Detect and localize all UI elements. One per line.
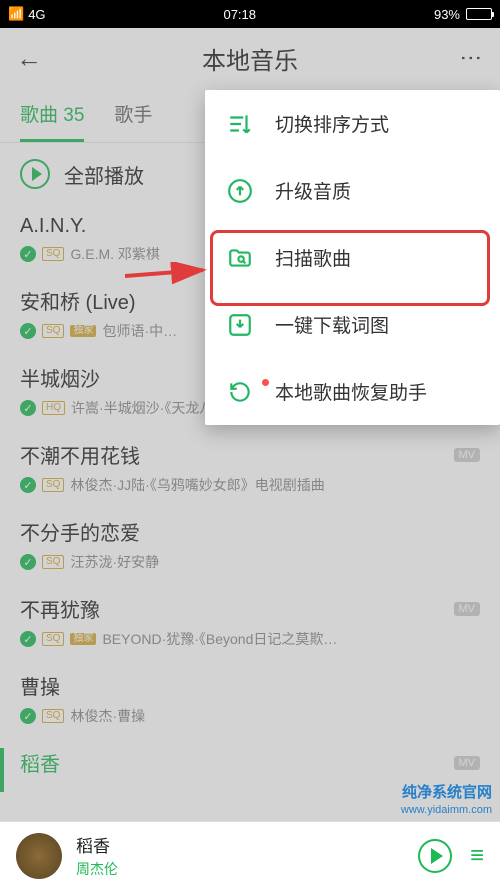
menu-download-label: 一键下载词图 (275, 311, 389, 338)
song-artist-text: 林俊杰·曹操 (70, 706, 145, 726)
sq-badge: SQ (42, 247, 64, 261)
recover-icon (227, 379, 253, 405)
watermark-line2: www.yidaimm.com (401, 803, 492, 817)
downloaded-icon: ✓ (20, 631, 36, 647)
dropdown-menu: 切换排序方式 升级音质 扫描歌曲 一键下载词图 本地歌曲恢复助手 (205, 90, 500, 425)
page-title: 本地音乐 (42, 41, 458, 76)
signal-type: 4G (28, 7, 45, 22)
watermark: 纯净系统官网 www.yidaimm.com (401, 783, 492, 817)
now-playing-artist: 周杰伦 (76, 859, 418, 879)
downloaded-icon: ✓ (20, 554, 36, 570)
upgrade-icon (227, 178, 253, 204)
play-all-label: 全部播放 (64, 160, 144, 189)
sq-badge: SQ (42, 478, 64, 492)
red-dot-badge (262, 379, 269, 386)
song-artist-text: 汪苏泷·好安静 (70, 552, 159, 572)
song-artist-text: 包师语·中… (102, 321, 177, 341)
menu-scan-label: 扫描歌曲 (275, 244, 351, 271)
more-menu-button[interactable]: ⋮ (458, 47, 484, 69)
download-icon (227, 312, 253, 338)
song-artist-text: BEYOND·犹豫·《Beyond日记之莫欺… (102, 629, 337, 649)
song-subtitle: ✓ SQ 林俊杰·曹操 (20, 706, 480, 726)
sq-badge: SQ (42, 709, 64, 723)
hq-badge: HQ (42, 401, 65, 415)
downloaded-icon: ✓ (20, 477, 36, 493)
song-item[interactable]: 稻香MV (0, 738, 500, 789)
folder-search-icon (227, 245, 253, 271)
song-item[interactable]: 曹操 ✓ SQ 林俊杰·曹操 (0, 661, 500, 738)
signal-icon: 📶 (8, 6, 24, 22)
play-pause-button[interactable] (418, 839, 452, 873)
mv-badge: MV (454, 756, 481, 770)
downloaded-icon: ✓ (20, 708, 36, 724)
playlist-button[interactable]: ≡ (470, 842, 484, 870)
sort-icon (227, 111, 253, 137)
exclusive-badge: 独家 (70, 633, 96, 645)
song-title: 不分手的恋爱 (20, 517, 480, 546)
watermark-line1: 纯净系统官网 (401, 783, 492, 803)
song-title: 曹操 (20, 671, 480, 700)
play-icon (20, 159, 50, 189)
status-time: 07:18 (46, 7, 434, 22)
sq-badge: SQ (42, 555, 64, 569)
song-subtitle: ✓ SQ 独家 BEYOND·犹豫·《Beyond日记之莫欺… (20, 629, 480, 649)
battery-pct: 93% (434, 7, 460, 22)
menu-sort-label: 切换排序方式 (275, 110, 389, 137)
tab-artists[interactable]: 歌手 (114, 88, 152, 142)
downloaded-icon: ✓ (20, 246, 36, 262)
downloaded-icon: ✓ (20, 323, 36, 339)
header: ← 本地音乐 ⋮ (0, 28, 500, 88)
status-bar: 📶 4G 07:18 93% (0, 0, 500, 28)
mv-badge: MV (454, 602, 481, 616)
now-playing-title: 稻香 (76, 832, 418, 857)
back-button[interactable]: ← (16, 43, 42, 74)
sq-badge: SQ (42, 324, 64, 338)
song-title: 不潮不用花钱MV (20, 440, 480, 469)
menu-sort[interactable]: 切换排序方式 (205, 90, 500, 157)
menu-upgrade[interactable]: 升级音质 (205, 157, 500, 224)
now-playing-bar[interactable]: 稻香 周杰伦 ≡ (0, 821, 500, 889)
menu-upgrade-label: 升级音质 (275, 177, 351, 204)
mv-badge: MV (454, 448, 481, 462)
downloaded-icon: ✓ (20, 400, 36, 416)
exclusive-badge: 独家 (70, 325, 96, 337)
tab-songs[interactable]: 歌曲 35 (20, 88, 84, 142)
song-artist-text: G.E.M. 邓紫棋 (70, 244, 159, 264)
menu-recover-label: 本地歌曲恢复助手 (275, 378, 427, 405)
song-item[interactable]: 不潮不用花钱MV ✓ SQ 林俊杰·JJ陆·《乌鸦嘴妙女郎》电视剧插曲 (0, 430, 500, 507)
song-item[interactable]: 不再犹豫MV ✓ SQ 独家 BEYOND·犹豫·《Beyond日记之莫欺… (0, 584, 500, 661)
song-item[interactable]: 不分手的恋爱 ✓ SQ 汪苏泷·好安静 (0, 507, 500, 584)
menu-recover[interactable]: 本地歌曲恢复助手 (205, 358, 500, 425)
song-artist-text: 林俊杰·JJ陆·《乌鸦嘴妙女郎》电视剧插曲 (70, 475, 324, 495)
song-subtitle: ✓ SQ 汪苏泷·好安静 (20, 552, 480, 572)
song-title: 稻香MV (20, 748, 480, 777)
song-subtitle: ✓ SQ 林俊杰·JJ陆·《乌鸦嘴妙女郎》电视剧插曲 (20, 475, 480, 495)
playing-indicator (0, 748, 4, 792)
menu-download[interactable]: 一键下载词图 (205, 291, 500, 358)
menu-scan[interactable]: 扫描歌曲 (205, 224, 500, 291)
battery-icon (466, 8, 492, 20)
album-cover[interactable] (16, 833, 62, 879)
song-title: 不再犹豫MV (20, 594, 480, 623)
sq-badge: SQ (42, 632, 64, 646)
